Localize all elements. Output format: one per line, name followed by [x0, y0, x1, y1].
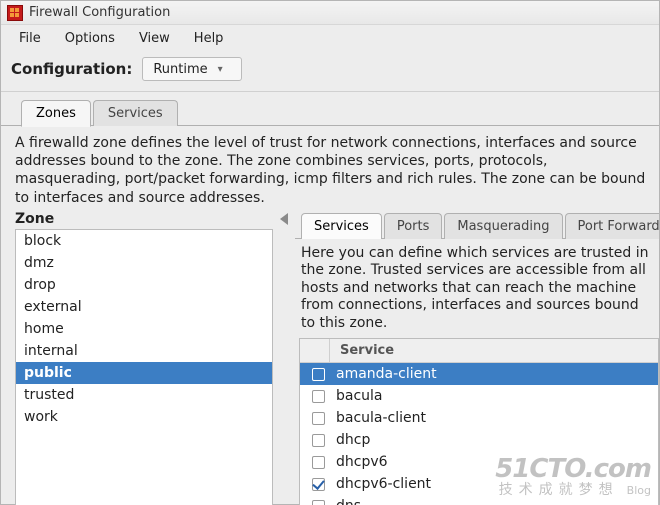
zone-description: A firewalld zone defines the level of tr…	[1, 126, 659, 211]
zone-item-work[interactable]: work	[16, 406, 272, 428]
service-checkbox[interactable]	[312, 368, 325, 381]
zone-item-dmz[interactable]: dmz	[16, 252, 272, 274]
tab-services[interactable]: Services	[301, 213, 382, 239]
services-description: Here you can define which services are t…	[295, 239, 659, 339]
zone-item-internal[interactable]: internal	[16, 340, 272, 362]
services-table-header: Service	[300, 339, 658, 363]
configuration-value: Runtime	[153, 62, 207, 77]
tab-masquerading[interactable]: Masquerading	[444, 213, 562, 239]
tab-ports[interactable]: Ports	[384, 213, 443, 239]
firewall-icon	[7, 5, 23, 21]
service-checkbox[interactable]	[312, 456, 325, 469]
service-checkbox[interactable]	[312, 434, 325, 447]
zone-item-home[interactable]: home	[16, 318, 272, 340]
service-row-bacula-client[interactable]: bacula-client	[300, 407, 658, 429]
zone-item-external[interactable]: external	[16, 296, 272, 318]
zone-column: Zone blockdmzdropexternalhomeinternalpub…	[15, 211, 273, 505]
service-checkbox[interactable]	[312, 390, 325, 403]
main-window: Firewall Configuration File Options View…	[0, 0, 660, 505]
menu-file[interactable]: File	[9, 28, 51, 49]
service-name: dhcpv6-client	[330, 476, 431, 492]
service-row-amanda-client[interactable]: amanda-client	[300, 363, 658, 385]
zone-heading: Zone	[15, 211, 273, 229]
service-row-dhcp[interactable]: dhcp	[300, 429, 658, 451]
zone-item-drop[interactable]: drop	[16, 274, 272, 296]
zone-item-trusted[interactable]: trusted	[16, 384, 272, 406]
menu-help[interactable]: Help	[184, 28, 234, 49]
services-table: Service amanda-client bacula bacula-client…	[299, 338, 659, 505]
service-checkbox-wrap	[306, 390, 330, 403]
menu-view[interactable]: View	[129, 28, 180, 49]
service-checkbox-wrap	[306, 456, 330, 469]
service-row-dhcpv6-client[interactable]: dhcpv6-client	[300, 473, 658, 495]
zone-item-block[interactable]: block	[16, 230, 272, 252]
tab-zones[interactable]: Zones	[21, 100, 91, 127]
configuration-row: Configuration: Runtime ▾	[1, 51, 659, 92]
service-name: bacula-client	[330, 410, 426, 426]
service-name: bacula	[330, 388, 383, 404]
service-row-bacula[interactable]: bacula	[300, 385, 658, 407]
zone-list[interactable]: blockdmzdropexternalhomeinternalpublictr…	[15, 229, 273, 505]
tab-port-forwarding[interactable]: Port Forwarding	[565, 213, 660, 239]
service-checkbox-wrap	[306, 500, 330, 505]
tab-services[interactable]: Services	[93, 100, 178, 126]
service-row-dhcpv6[interactable]: dhcpv6	[300, 451, 658, 473]
pane-collapse-handle[interactable]	[273, 211, 295, 505]
menu-options[interactable]: Options	[55, 28, 125, 49]
menubar: File Options View Help	[1, 25, 659, 51]
services-table-body: amanda-client bacula bacula-client dhcp dhcp…	[300, 363, 658, 505]
service-checkbox-wrap	[306, 478, 330, 491]
main-split: Zone blockdmzdropexternalhomeinternalpub…	[1, 211, 659, 505]
service-checkbox[interactable]	[312, 412, 325, 425]
outer-tabs: Zones Services	[1, 98, 659, 126]
checkbox-column-header	[300, 339, 330, 362]
service-checkbox-wrap	[306, 412, 330, 425]
configuration-label: Configuration:	[11, 60, 132, 78]
service-column-header: Service	[330, 339, 658, 362]
service-checkbox-wrap	[306, 434, 330, 447]
right-column: ServicesPortsMasqueradingPort Forwarding…	[295, 211, 659, 505]
configuration-combobox[interactable]: Runtime ▾	[142, 57, 242, 81]
zone-item-public[interactable]: public	[16, 362, 272, 384]
service-checkbox[interactable]	[312, 500, 325, 505]
window-title: Firewall Configuration	[29, 5, 170, 20]
chevron-left-icon	[280, 213, 288, 225]
inner-tabs: ServicesPortsMasqueradingPort Forwarding	[295, 211, 659, 239]
service-checkbox-wrap	[306, 368, 330, 381]
chevron-down-icon: ▾	[218, 64, 223, 75]
service-row-dns[interactable]: dns	[300, 495, 658, 505]
service-checkbox[interactable]	[312, 478, 325, 491]
service-name: dhcpv6	[330, 454, 388, 470]
service-name: dhcp	[330, 432, 370, 448]
service-name: amanda-client	[330, 366, 437, 382]
service-name: dns	[330, 498, 361, 505]
titlebar: Firewall Configuration	[1, 1, 659, 25]
